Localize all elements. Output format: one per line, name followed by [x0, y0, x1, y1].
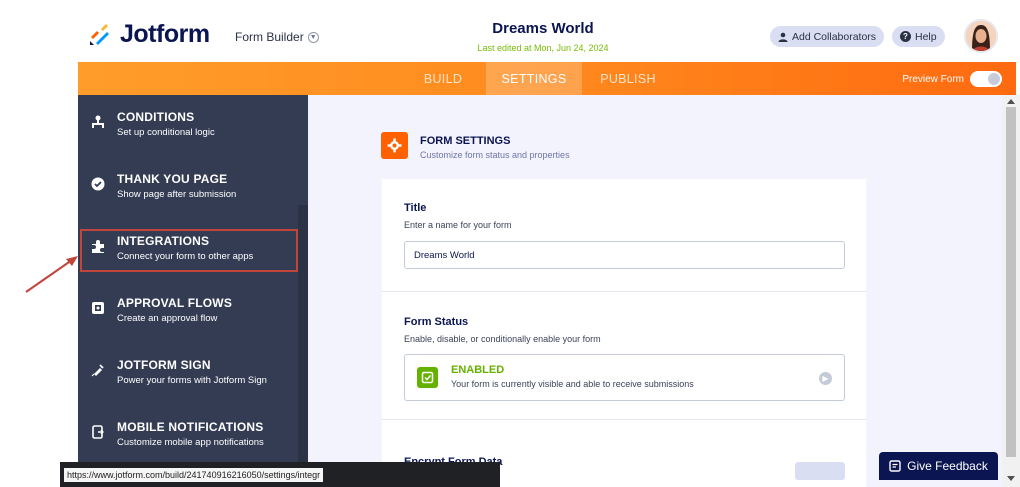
add-collaborators-label: Add Collaborators: [792, 30, 877, 43]
status-desc: Your form is currently visible and able …: [451, 379, 694, 389]
settings-navbar: BUILD SETTINGS PUBLISH Preview Form: [78, 62, 1016, 95]
sidebar-item-title: JOTFORM SIGN: [117, 358, 211, 372]
last-edited-text: Last edited at Mon, Jun 24, 2024: [477, 43, 609, 53]
chevron-right-icon: ▶: [819, 372, 832, 385]
form-builder-label: Form Builder: [235, 30, 304, 44]
page-title: FORM SETTINGS: [420, 135, 511, 147]
pen-icon: [88, 360, 108, 380]
scrollbar-thumb[interactable]: [1006, 107, 1016, 457]
sidebar-item-thank-you-page[interactable]: THANK YOU PAGE Show page after submissio…: [88, 170, 303, 210]
sidebar-item-title: APPROVAL FLOWS: [117, 296, 233, 310]
conditions-icon: [88, 112, 108, 132]
logo-text: Jotform: [120, 20, 210, 48]
title-input[interactable]: Dreams World: [404, 241, 845, 269]
form-builder-dropdown[interactable]: Form Builder ▼: [235, 30, 319, 44]
annotation-arrow-icon: [25, 256, 78, 293]
form-status-desc: Enable, disable, or conditionally enable…: [404, 334, 601, 344]
help-label: Help: [915, 30, 937, 43]
divider: [382, 291, 866, 292]
form-title[interactable]: Dreams World: [448, 20, 638, 37]
sidebar-item-title: MOBILE NOTIFICATIONS: [117, 420, 264, 434]
feedback-icon: [889, 460, 901, 472]
user-avatar-icon: [966, 21, 996, 51]
page-subtitle: Customize form status and properties: [420, 150, 570, 160]
browser-status-bar: https://www.jotform.com/build/2417409162…: [60, 462, 500, 487]
encrypt-toggle[interactable]: [795, 462, 845, 480]
top-header: Jotform Form Builder ▼ Dreams World Last…: [78, 0, 1016, 62]
give-feedback-button[interactable]: Give Feedback: [879, 452, 998, 480]
tab-build[interactable]: BUILD: [408, 62, 478, 95]
sidebar-item-mobile-notifications[interactable]: MOBILE NOTIFICATIONS Customize mobile ap…: [88, 418, 303, 458]
sidebar-item-title: THANK YOU PAGE: [117, 172, 228, 186]
give-feedback-label: Give Feedback: [907, 459, 988, 473]
sidebar-item-conditions[interactable]: CONDITIONS Set up conditional logic: [88, 108, 303, 148]
avatar[interactable]: [964, 19, 998, 53]
sidebar-item-title: CONDITIONS: [117, 110, 195, 124]
help-button[interactable]: ? Help: [892, 26, 945, 47]
jotform-logo-icon: [90, 23, 109, 45]
tab-publish[interactable]: PUBLISH: [588, 62, 668, 95]
help-icon: ?: [900, 31, 911, 42]
form-settings-card: Title Enter a name for your form Dreams …: [382, 179, 866, 487]
enabled-form-icon: [417, 367, 438, 388]
preview-form-toggle-group: Preview Form: [902, 71, 1002, 87]
settings-main: FORM SETTINGS Customize form status and …: [308, 95, 1002, 487]
settings-sidebar: CONDITIONS Set up conditional logic THAN…: [78, 95, 308, 487]
chevron-down-icon: ▼: [307, 31, 319, 43]
status-badge: ENABLED: [451, 364, 505, 376]
sidebar-item-desc: Set up conditional logic: [117, 127, 215, 138]
title-field-desc: Enter a name for your form: [404, 220, 512, 230]
sidebar-item-desc: Create an approval flow: [117, 313, 218, 324]
sidebar-scrollbar[interactable]: [298, 205, 308, 487]
tab-settings[interactable]: SETTINGS: [486, 62, 582, 95]
check-circle-icon: [88, 174, 108, 194]
preview-form-label: Preview Form: [902, 73, 964, 85]
gear-icon: [381, 132, 408, 159]
sidebar-item-jotform-sign[interactable]: JOTFORM SIGN Power your forms with Jotfo…: [88, 356, 303, 396]
user-icon: [778, 32, 788, 42]
integrations-highlight-box: [80, 229, 298, 272]
sidebar-item-desc: Customize mobile app notifications: [117, 437, 264, 448]
sidebar-item-desc: Power your forms with Jotform Sign: [117, 375, 267, 386]
scroll-up-icon[interactable]: [1007, 99, 1015, 104]
sidebar-item-desc: Show page after submission: [117, 189, 237, 200]
sidebar-item-approval-flows[interactable]: APPROVAL FLOWS Create an approval flow: [88, 294, 303, 334]
add-collaborators-button[interactable]: Add Collaborators: [770, 26, 885, 47]
form-status-label: Form Status: [404, 316, 469, 328]
status-url: https://www.jotform.com/build/2417409162…: [64, 467, 324, 482]
jotform-logo[interactable]: Jotform: [88, 20, 210, 49]
title-field-label: Title: [404, 202, 427, 214]
form-status-selector[interactable]: ENABLED Your form is currently visible a…: [404, 354, 845, 401]
mobile-icon: [88, 422, 108, 442]
scroll-down-icon[interactable]: [1007, 476, 1015, 481]
divider: [382, 419, 866, 420]
preview-form-toggle[interactable]: [970, 71, 1002, 87]
approval-icon: [88, 298, 108, 318]
page-scrollbar[interactable]: [1002, 95, 1020, 487]
